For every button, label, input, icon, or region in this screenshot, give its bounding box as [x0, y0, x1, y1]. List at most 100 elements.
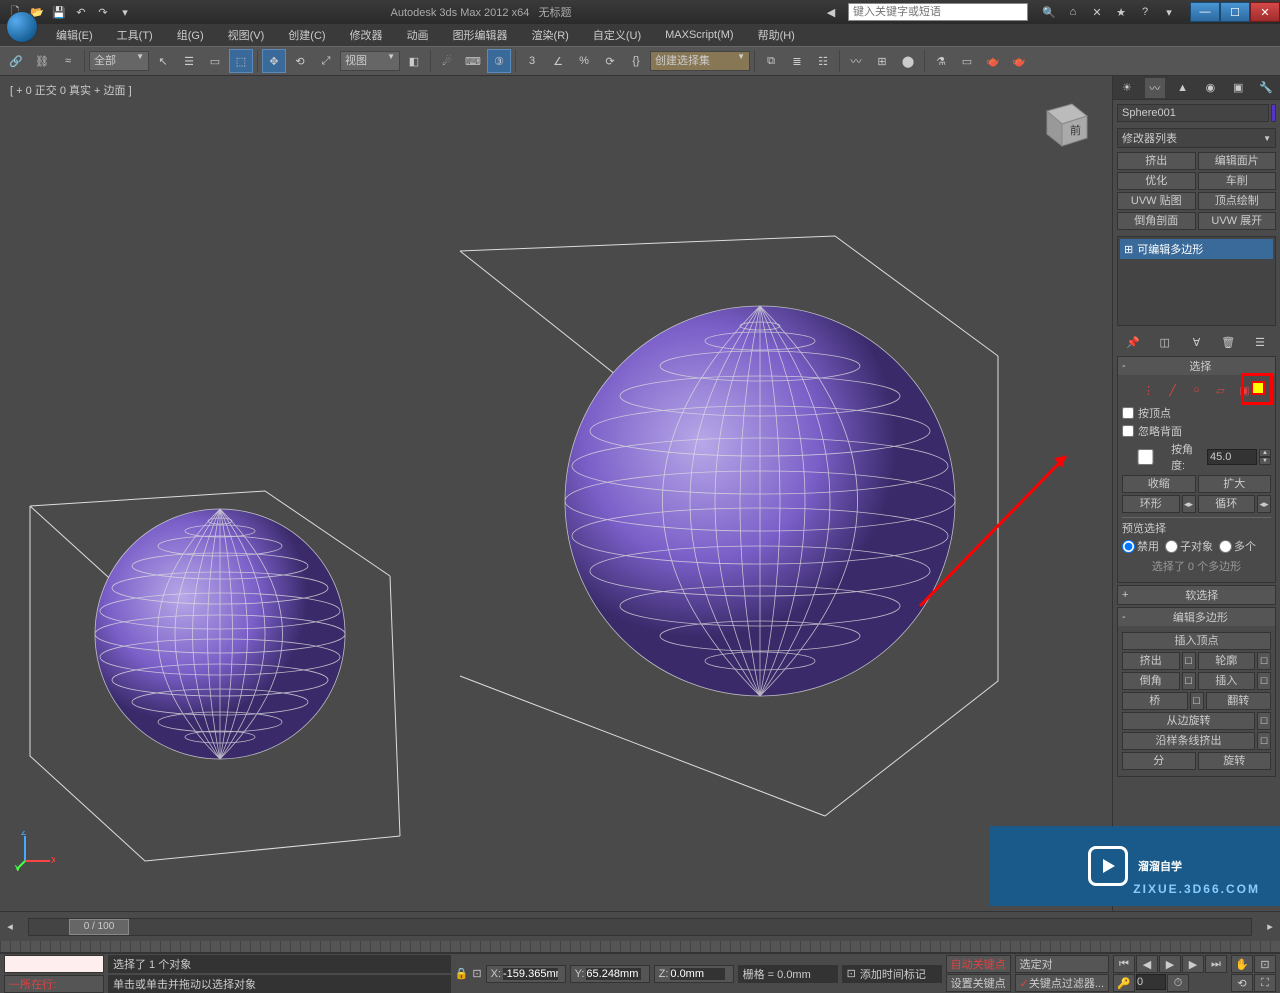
- goto-start-icon[interactable]: ⏮: [1113, 955, 1135, 973]
- maximize-button[interactable]: ☐: [1220, 2, 1250, 22]
- window-crossing-icon[interactable]: ⬚: [229, 49, 253, 73]
- infocenter-arrow-icon[interactable]: ◀: [822, 3, 840, 21]
- menu-customize[interactable]: 自定义(U): [581, 24, 653, 46]
- loop-button[interactable]: 循环: [1198, 495, 1256, 513]
- viewport-label[interactable]: [ + 0 正交 0 真实 + 边面 ]: [10, 82, 132, 98]
- pivot-icon[interactable]: ◧: [402, 49, 426, 73]
- preview-multi-radio[interactable]: [1219, 540, 1232, 553]
- modifier-stack[interactable]: ⊞ 可编辑多边形: [1117, 236, 1276, 326]
- bind-spacewarp-icon[interactable]: ≈: [56, 49, 80, 73]
- ring-spinner[interactable]: ◂▸: [1182, 495, 1196, 513]
- material-editor-icon[interactable]: ⬤: [896, 49, 920, 73]
- modifier-list-dropdown[interactable]: 修改器列表: [1117, 128, 1276, 148]
- border-subobj-icon[interactable]: ○: [1186, 379, 1208, 401]
- axis-gizmo[interactable]: z x y: [15, 831, 55, 871]
- mirror-icon[interactable]: ⧉: [759, 49, 783, 73]
- extrude-spline-settings[interactable]: ☐: [1257, 732, 1271, 750]
- script-listener[interactable]: [4, 955, 104, 973]
- scale-icon[interactable]: ⤢: [314, 49, 338, 73]
- shrink-button[interactable]: 收缩: [1122, 475, 1196, 493]
- play-icon[interactable]: ▶: [1159, 955, 1181, 973]
- orbit-icon[interactable]: ⟲: [1231, 974, 1253, 992]
- inset-button[interactable]: 插入: [1198, 672, 1256, 690]
- preview-subobj-radio[interactable]: [1165, 540, 1178, 553]
- unlink-icon[interactable]: ⛓: [30, 49, 54, 73]
- y-input[interactable]: [586, 968, 641, 980]
- lock-icon[interactable]: 🔒: [455, 967, 469, 980]
- undo-icon[interactable]: ↶: [72, 3, 90, 21]
- snaps-toggle-icon[interactable]: ③: [487, 49, 511, 73]
- pan-icon[interactable]: ✋: [1231, 955, 1253, 973]
- inset-settings[interactable]: ☐: [1257, 672, 1271, 690]
- track-bar[interactable]: [0, 941, 1280, 953]
- key-mode-icon[interactable]: 🔑: [1113, 974, 1135, 992]
- current-frame-input[interactable]: [1136, 974, 1166, 990]
- remove-modifier-icon[interactable]: 🗑: [1219, 333, 1237, 351]
- qbtn-editpatch[interactable]: 编辑面片: [1198, 152, 1277, 170]
- display-tab-icon[interactable]: ▣: [1228, 78, 1248, 98]
- object-name-input[interactable]: [1117, 104, 1269, 122]
- bridge-settings[interactable]: ☐: [1190, 692, 1204, 710]
- vertex-subobj-icon[interactable]: ⋮: [1138, 379, 1160, 401]
- hinge-settings[interactable]: ☐: [1257, 712, 1271, 730]
- by-angle-input[interactable]: [1207, 449, 1257, 465]
- qbtn-uvwmap[interactable]: UVW 贴图: [1117, 192, 1196, 210]
- goto-end-icon[interactable]: ⏭: [1205, 955, 1227, 973]
- keyboard-shortcut-icon[interactable]: ⌨: [461, 49, 485, 73]
- help-icon[interactable]: ?: [1136, 3, 1154, 21]
- extrude-spline-button[interactable]: 沿样条线挤出: [1122, 732, 1255, 750]
- z-input[interactable]: [670, 968, 725, 980]
- qat-dropdown-icon[interactable]: ▾: [116, 3, 134, 21]
- align-icon[interactable]: ≣: [785, 49, 809, 73]
- rotate-icon[interactable]: ⟲: [288, 49, 312, 73]
- qbtn-optimize[interactable]: 优化: [1117, 172, 1196, 190]
- x-input[interactable]: [503, 968, 558, 980]
- set-key-button[interactable]: 设置关键点: [946, 974, 1011, 992]
- menu-group[interactable]: 组(G): [165, 24, 216, 46]
- insert-vertex-button[interactable]: 插入顶点: [1122, 632, 1271, 650]
- menu-edit[interactable]: 编辑(E): [44, 24, 105, 46]
- retri-button[interactable]: 旋转: [1198, 752, 1272, 770]
- next-frame-icon[interactable]: ▶: [1182, 955, 1204, 973]
- rendered-frame-icon[interactable]: ▭: [955, 49, 979, 73]
- object-color-swatch[interactable]: [1271, 104, 1276, 122]
- expand-icon[interactable]: ⊞: [1124, 243, 1133, 256]
- ring-button[interactable]: 环形: [1122, 495, 1180, 513]
- menu-animation[interactable]: 动画: [395, 24, 441, 46]
- named-selection-dropdown[interactable]: 创建选择集: [650, 51, 750, 71]
- select-icon[interactable]: ↖: [151, 49, 175, 73]
- create-tab-icon[interactable]: ☀: [1117, 78, 1137, 98]
- selection-lock[interactable]: 选定对: [1015, 955, 1109, 973]
- hierarchy-tab-icon[interactable]: ▲: [1173, 78, 1193, 98]
- key-filters-button[interactable]: ✓关键点过滤器...: [1015, 974, 1109, 992]
- search-input[interactable]: [848, 3, 1028, 21]
- edit-selection-set-icon[interactable]: {}: [624, 49, 648, 73]
- render-setup-icon[interactable]: ⚗: [929, 49, 953, 73]
- link-icon[interactable]: 🔗: [4, 49, 28, 73]
- save-icon[interactable]: 💾: [50, 3, 68, 21]
- curve-editor-icon[interactable]: 〰: [844, 49, 868, 73]
- layers-icon[interactable]: ☷: [811, 49, 835, 73]
- configure-sets-icon[interactable]: ☰: [1251, 333, 1269, 351]
- grow-button[interactable]: 扩大: [1198, 475, 1272, 493]
- qbtn-unwrap[interactable]: UVW 展开: [1198, 212, 1277, 230]
- extrude-button[interactable]: 挤出: [1122, 652, 1180, 670]
- by-vertex-checkbox[interactable]: [1122, 407, 1134, 419]
- help-dropdown-icon[interactable]: ▾: [1160, 3, 1178, 21]
- modify-tab-icon[interactable]: 〰: [1145, 78, 1165, 98]
- bridge-button[interactable]: 桥: [1122, 692, 1188, 710]
- subscription-icon[interactable]: ⌂: [1064, 3, 1082, 21]
- prev-frame-icon[interactable]: ◀: [1136, 955, 1158, 973]
- render-production-icon[interactable]: 🫖: [1007, 49, 1031, 73]
- spinner-down-icon[interactable]: ▼: [1259, 457, 1271, 465]
- edit-poly-header[interactable]: -编辑多边形: [1118, 608, 1275, 626]
- outline-settings[interactable]: ☐: [1257, 652, 1271, 670]
- manipulate-icon[interactable]: ☄: [435, 49, 459, 73]
- move-icon[interactable]: ✥: [262, 49, 286, 73]
- time-tag[interactable]: ⊡添加时间标记: [842, 965, 942, 983]
- menu-graph-editors[interactable]: 图形编辑器: [441, 24, 520, 46]
- make-unique-icon[interactable]: ∀: [1187, 333, 1205, 351]
- time-slider[interactable]: 0 / 100: [28, 918, 1252, 936]
- outline-button[interactable]: 轮廓: [1198, 652, 1256, 670]
- bevel-settings[interactable]: ☐: [1182, 672, 1196, 690]
